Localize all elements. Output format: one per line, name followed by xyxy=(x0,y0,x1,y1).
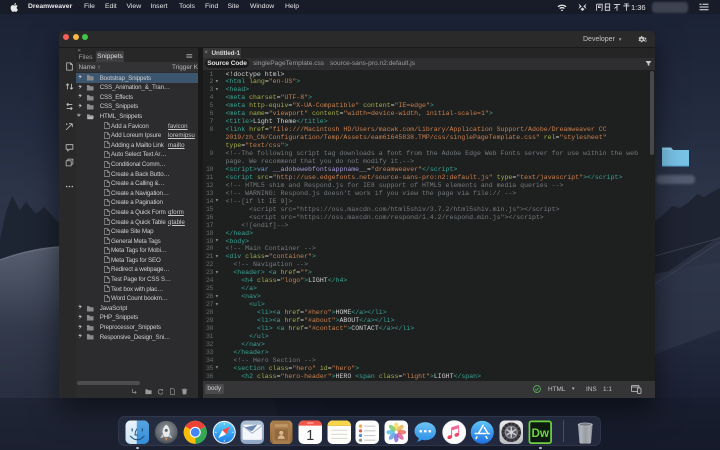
svg-text:1: 1 xyxy=(306,427,314,443)
svg-text:Dw: Dw xyxy=(531,426,549,439)
